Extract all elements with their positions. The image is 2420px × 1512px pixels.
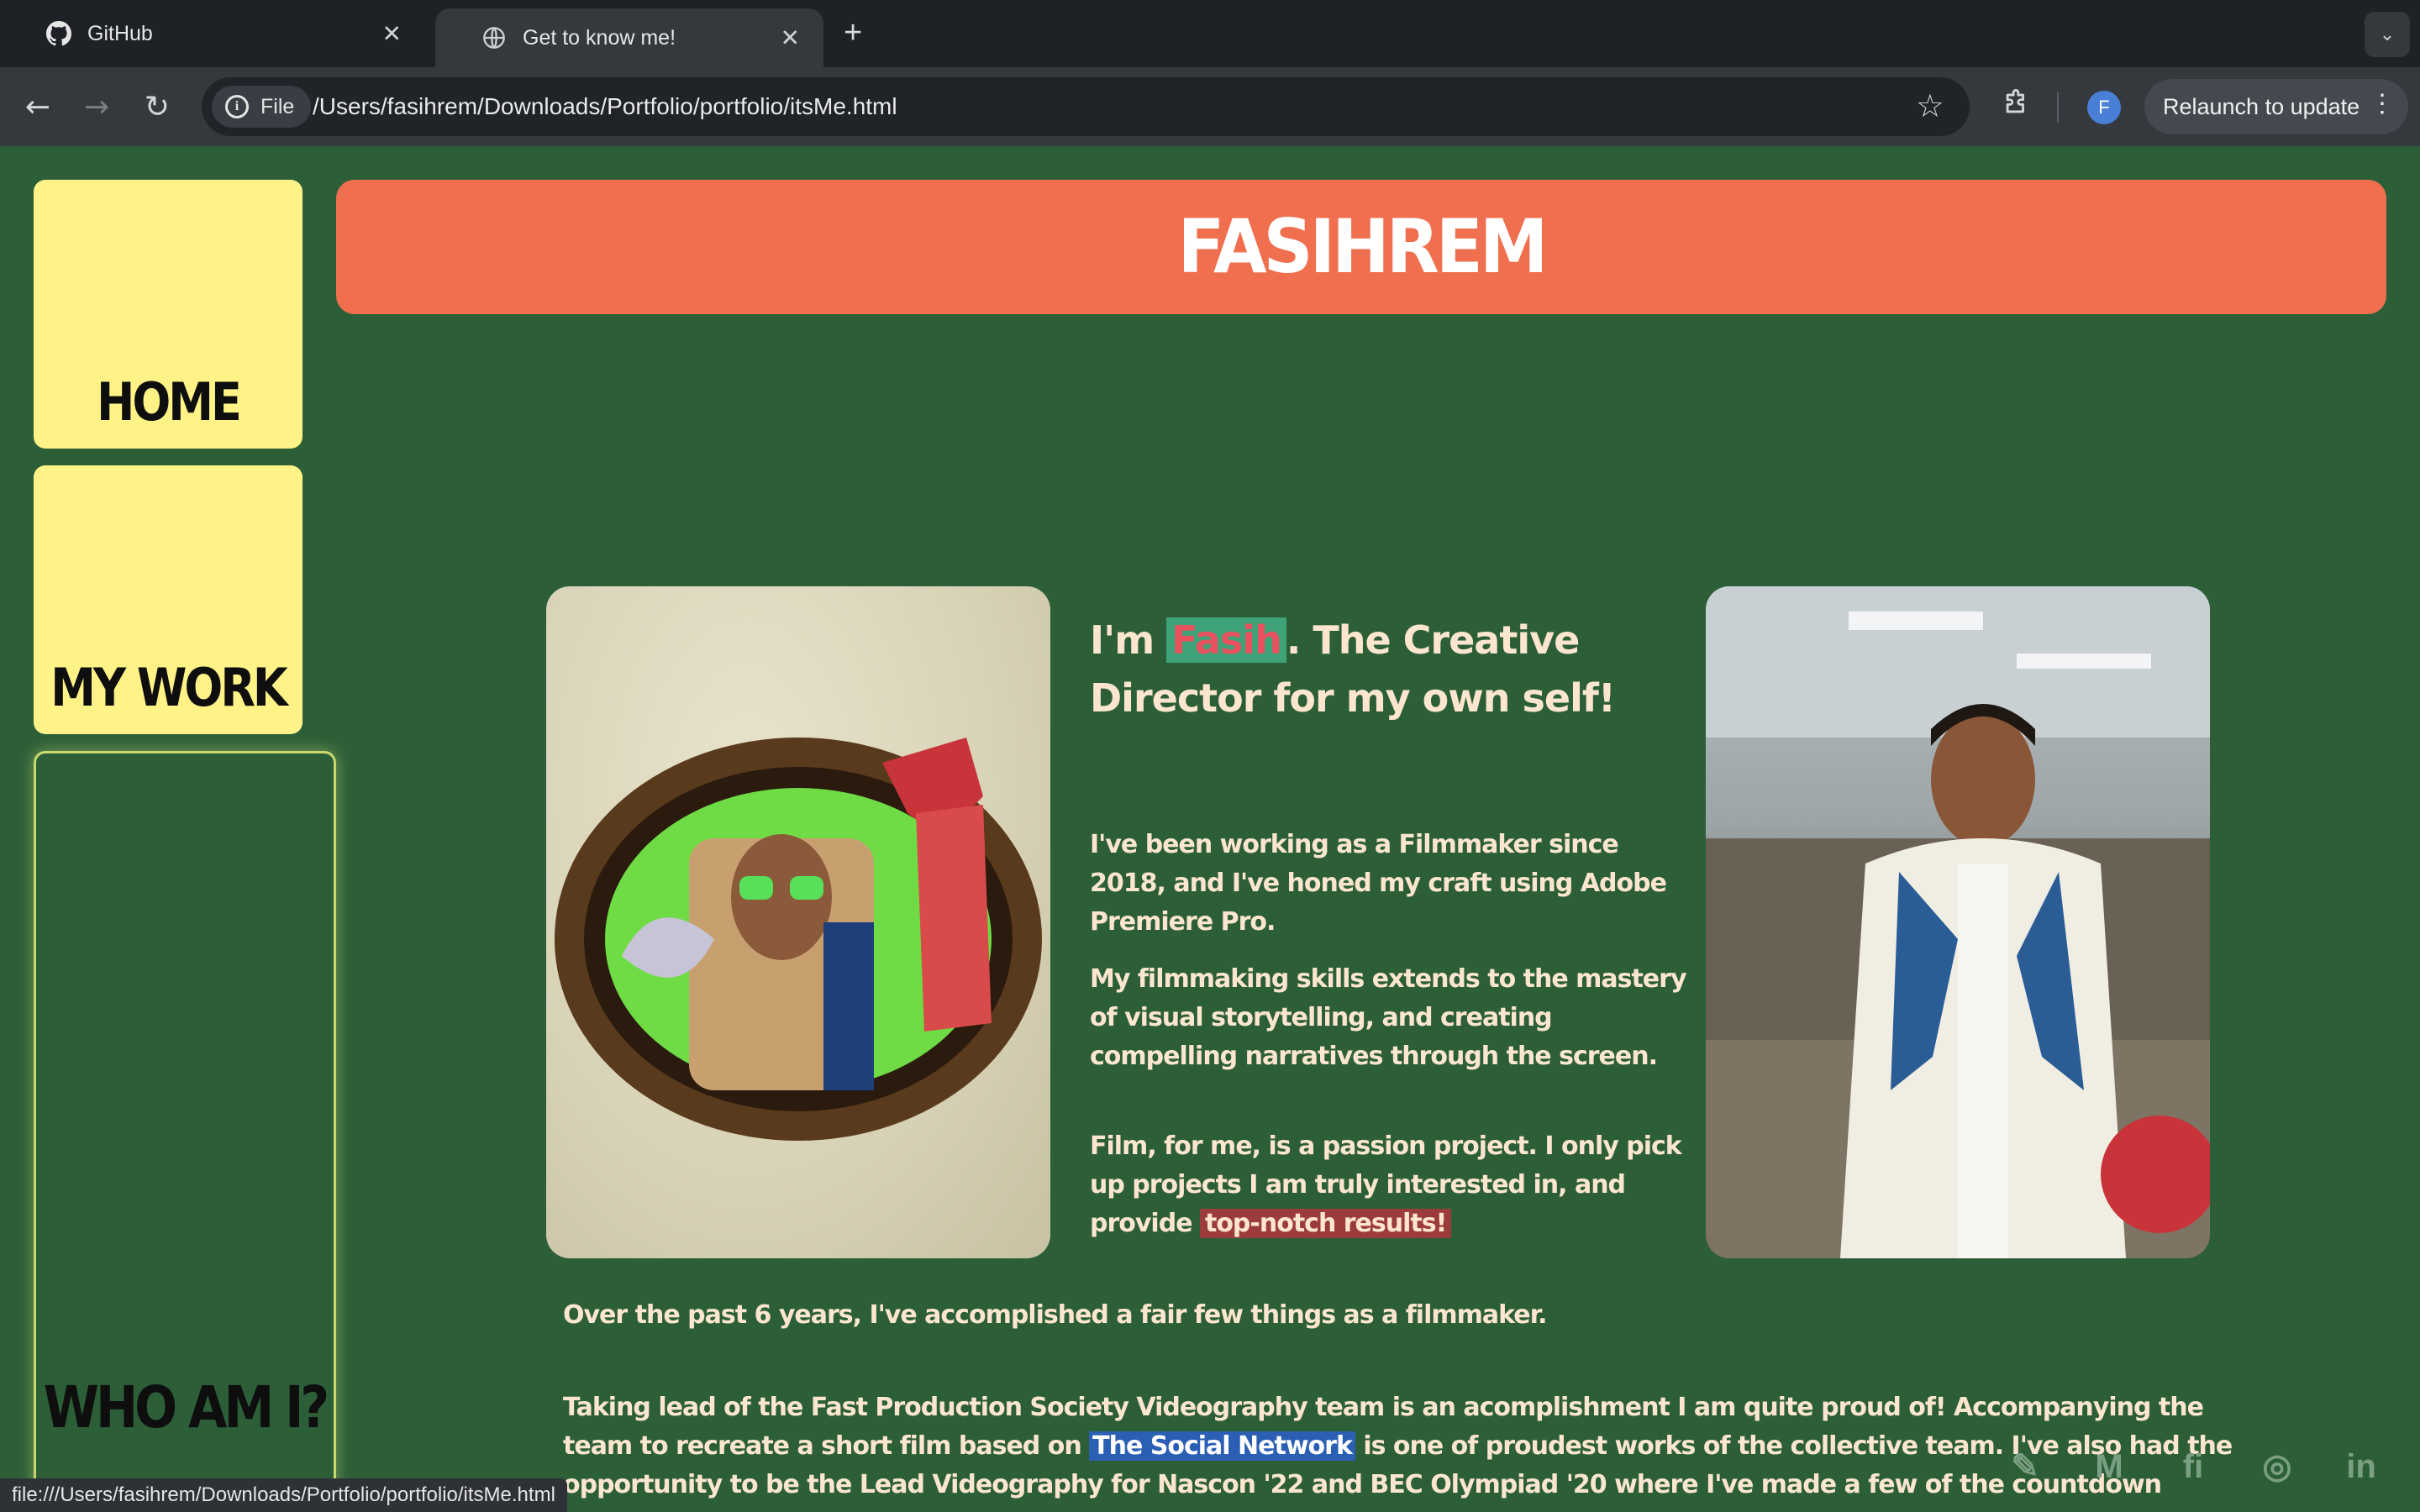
bio-paragraph-3: Film, for me, is a passion project. I on… [1090, 1127, 1695, 1243]
url-text[interactable]: /Users/fasihrem/Downloads/Portfolio/port… [313, 77, 897, 136]
fiverr-icon[interactable]: fi [2168, 1448, 2218, 1486]
linkedin-icon[interactable]: in [2336, 1448, 2386, 1486]
reload-icon: ↻ [144, 89, 171, 124]
close-tab-icon[interactable]: ✕ [382, 20, 402, 48]
site-info-label: File [260, 94, 295, 118]
browser-toolbar: ← → ↻ i File /Users/fasihrem/Downloads/P… [0, 67, 2420, 146]
tab-title: GitHub [87, 21, 153, 45]
resume-icon[interactable]: ✎ [2000, 1447, 2050, 1486]
toolbar-divider [2057, 92, 2059, 123]
new-tab-button[interactable]: + [844, 15, 862, 51]
nav-work-card[interactable]: MY WORK [34, 465, 302, 734]
bio-paragraph-1: I've been working as a Filmmaker since 2… [1090, 830, 1667, 937]
intro-headline: I'm Fasih. The Creative Director for my … [1090, 612, 1695, 727]
chevron-down-icon: ⌄ [2379, 24, 2396, 45]
site-header: FASIHREM [336, 180, 2386, 314]
site-logo: FASIHREM [1177, 203, 1548, 291]
forward-button[interactable]: → [76, 86, 118, 128]
reload-button[interactable]: ↻ [136, 86, 178, 128]
arrow-left-icon: ← [24, 89, 51, 124]
tab-strip: GitHub ✕ Get to know me! ✕ + ⌄ [0, 0, 2420, 67]
back-button[interactable]: ← [17, 86, 59, 128]
status-bar-url: file:///Users/fasihrem/Downloads/Portfol… [0, 1478, 567, 1512]
puzzle-icon [2002, 88, 2030, 125]
globe-icon [481, 24, 508, 51]
collage-portrait-image [546, 586, 1050, 1258]
tab-github[interactable]: GitHub ✕ [0, 0, 425, 67]
highlighted-results: top-notch results! [1199, 1209, 1452, 1238]
tab-get-to-know-me[interactable]: Get to know me! ✕ [435, 8, 823, 67]
gmail-icon[interactable]: M [2084, 1448, 2134, 1486]
site-info-chip[interactable]: i File [212, 86, 312, 128]
intro-im: I'm [1090, 617, 1167, 663]
nav-work-label: MY WORK [50, 657, 288, 718]
extensions-button[interactable] [1995, 86, 2037, 128]
tab-title: Get to know me! [523, 25, 676, 50]
bookmark-star-icon[interactable]: ☆ [1916, 87, 1944, 124]
kebab-menu-icon[interactable]: ⋮ [2370, 89, 2395, 118]
github-icon [45, 20, 72, 47]
profile-avatar[interactable]: F [2087, 91, 2121, 124]
bio-paragraph-2: My filmmaking skills extends to the mast… [1090, 964, 1687, 1071]
instagram-icon[interactable]: ◎ [2252, 1447, 2302, 1486]
selected-text-the-social-network: The Social Network [1089, 1431, 1355, 1461]
address-bar[interactable]: i File /Users/fasihrem/Downloads/Portfol… [202, 77, 1970, 136]
accomplishments-intro: Over the past 6 years, I've accomplished… [563, 1300, 1548, 1330]
info-icon: i [225, 95, 249, 118]
relaunch-label: Relaunch to update [2163, 93, 2360, 119]
nav-home-card[interactable]: HOME [34, 180, 302, 449]
social-links: ✎ M fi ◎ in [2000, 1441, 2386, 1492]
arrow-right-icon: → [83, 89, 110, 124]
portrait-photo-image [1706, 586, 2210, 1258]
close-tab-icon[interactable]: ✕ [781, 24, 800, 52]
nav-home-label: HOME [97, 371, 242, 433]
nav-who-label: WHO AM I? [43, 1373, 329, 1442]
highlighted-name: Fasih [1166, 617, 1286, 663]
nav-who-card[interactable]: WHO AM I? [34, 751, 336, 1512]
tab-search-button[interactable]: ⌄ [2365, 12, 2410, 57]
accomplishments-paragraph: Taking lead of the Fast Production Socie… [563, 1389, 2244, 1512]
relaunch-button[interactable]: Relaunch to update ⋮ [2144, 79, 2408, 134]
